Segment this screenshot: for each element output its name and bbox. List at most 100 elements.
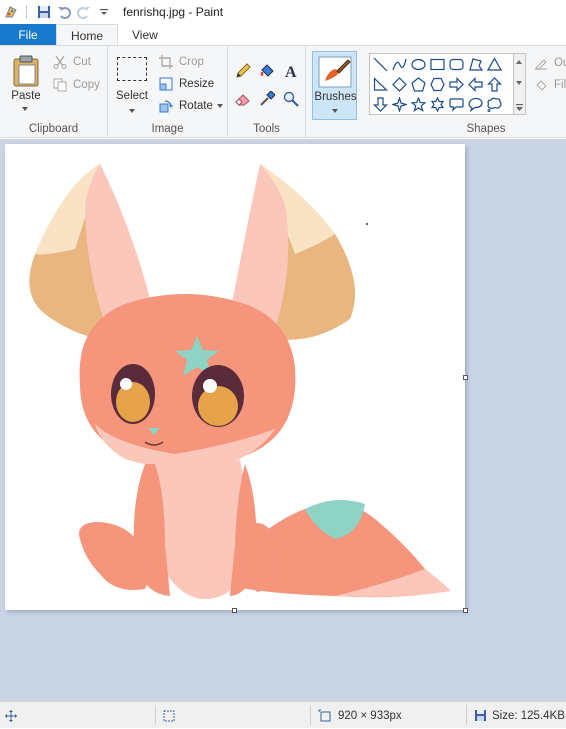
color-picker-icon[interactable] bbox=[258, 90, 276, 108]
rectangle-shape-icon[interactable] bbox=[429, 56, 446, 73]
cut-label: Cut bbox=[73, 56, 91, 68]
diamond-shape-icon[interactable] bbox=[391, 76, 408, 93]
scissors-icon bbox=[52, 54, 68, 70]
canvas-workspace[interactable] bbox=[0, 139, 566, 701]
redo-icon[interactable] bbox=[75, 3, 93, 21]
resize-handle-bottom[interactable] bbox=[232, 608, 237, 613]
image-group: Select Crop Resize Rotate Image bbox=[108, 46, 228, 138]
fill-bucket-icon[interactable] bbox=[258, 62, 276, 80]
brushes-label: Brushes bbox=[314, 91, 357, 103]
paste-label: Paste bbox=[11, 90, 41, 102]
tab-file[interactable]: File bbox=[0, 24, 56, 46]
ribbon: Paste Cut Copy Clipboard Select Crop Res… bbox=[0, 45, 566, 138]
status-divider bbox=[310, 705, 311, 725]
four-point-star-shape-icon[interactable] bbox=[391, 96, 408, 113]
text-icon[interactable]: A bbox=[282, 62, 300, 80]
cut-button[interactable]: Cut bbox=[52, 53, 91, 71]
shapes-scrollbar[interactable] bbox=[514, 53, 526, 115]
copy-label: Copy bbox=[73, 79, 100, 91]
outline-icon bbox=[533, 55, 549, 71]
tools-group-label: Tools bbox=[253, 123, 280, 135]
ribbon-tabs: File Home View bbox=[0, 24, 566, 46]
image-canvas[interactable] bbox=[5, 144, 465, 610]
oval-shape-icon[interactable] bbox=[410, 56, 427, 73]
customize-toolbar-icon[interactable] bbox=[95, 3, 113, 21]
tools-group: A Tools bbox=[228, 46, 306, 138]
paste-dropdown-icon[interactable] bbox=[22, 107, 28, 111]
copy-icon bbox=[52, 77, 68, 93]
tab-home[interactable]: Home bbox=[56, 24, 119, 46]
cursor-position-icon bbox=[4, 702, 18, 729]
rotate-label: Rotate bbox=[179, 100, 213, 112]
clipboard-group-label: Clipboard bbox=[28, 123, 79, 135]
pencil-icon[interactable] bbox=[234, 62, 252, 80]
copy-button[interactable]: Copy bbox=[52, 76, 100, 94]
hexagon-shape-icon[interactable] bbox=[429, 76, 446, 93]
shapes-gallery bbox=[369, 53, 514, 115]
selection-size-icon bbox=[162, 702, 176, 729]
shape-fill-button[interactable]: Fill bbox=[533, 76, 566, 94]
status-bar: 920 × 933px Size: 125.4KB bbox=[0, 701, 566, 728]
crop-button[interactable]: Crop bbox=[158, 53, 204, 71]
oval-callout-shape-icon[interactable] bbox=[467, 96, 484, 113]
rounded-callout-shape-icon[interactable] bbox=[448, 96, 465, 113]
scroll-down-icon[interactable] bbox=[516, 81, 522, 85]
paste-button[interactable]: Paste bbox=[6, 52, 46, 116]
down-arrow-shape-icon[interactable] bbox=[372, 96, 389, 113]
rotate-icon bbox=[158, 98, 174, 114]
select-button[interactable]: Select bbox=[114, 52, 150, 116]
status-divider bbox=[466, 705, 467, 725]
select-label: Select bbox=[116, 90, 148, 102]
triangle-shape-icon[interactable] bbox=[486, 56, 503, 73]
tab-view[interactable]: View bbox=[118, 24, 172, 46]
line-shape-icon[interactable] bbox=[372, 56, 389, 73]
select-rectangle-icon bbox=[117, 57, 147, 81]
disk-icon bbox=[474, 709, 487, 722]
window-title: fenrishq.jpg - Paint bbox=[123, 5, 224, 19]
curve-shape-icon[interactable] bbox=[391, 56, 408, 73]
five-point-star-shape-icon[interactable] bbox=[410, 96, 427, 113]
clipboard-group: Paste Cut Copy Clipboard bbox=[0, 46, 108, 138]
resize-handle-right[interactable] bbox=[463, 375, 468, 380]
pentagon-shape-icon[interactable] bbox=[410, 76, 427, 93]
paste-icon bbox=[13, 55, 39, 90]
six-point-star-shape-icon[interactable] bbox=[429, 96, 446, 113]
resize-handle-corner[interactable] bbox=[463, 608, 468, 613]
crop-label: Crop bbox=[179, 56, 204, 68]
resize-button[interactable]: Resize bbox=[158, 75, 214, 93]
magnifier-icon[interactable] bbox=[282, 90, 300, 108]
undo-icon[interactable] bbox=[55, 3, 73, 21]
image-dimensions: 920 × 933px bbox=[318, 702, 402, 729]
crop-icon bbox=[158, 54, 174, 70]
resize-icon bbox=[158, 76, 174, 92]
dimensions-text: 920 × 933px bbox=[338, 709, 402, 722]
up-arrow-shape-icon[interactable] bbox=[486, 76, 503, 93]
select-dropdown-icon[interactable] bbox=[129, 109, 135, 113]
shape-fill-label: Fill bbox=[554, 79, 566, 91]
shapes-group-label: Shapes bbox=[466, 123, 506, 135]
image-group-label: Image bbox=[151, 123, 184, 135]
left-arrow-shape-icon[interactable] bbox=[467, 76, 484, 93]
file-size: Size: 125.4KB bbox=[474, 702, 565, 729]
dimensions-icon bbox=[318, 709, 332, 723]
shape-outline-button[interactable]: Ou bbox=[533, 54, 566, 72]
eraser-icon[interactable] bbox=[234, 90, 252, 108]
brushes-dropdown-icon[interactable] bbox=[332, 109, 338, 113]
rotate-dropdown-icon[interactable] bbox=[216, 104, 223, 108]
paint-app-icon[interactable] bbox=[2, 3, 20, 21]
status-divider bbox=[155, 705, 156, 725]
brush-icon bbox=[318, 56, 352, 91]
shape-outline-label: Ou bbox=[554, 57, 566, 69]
rounded-rectangle-shape-icon[interactable] bbox=[448, 56, 465, 73]
brushes-button[interactable]: Brushes bbox=[312, 51, 357, 120]
cloud-callout-shape-icon[interactable] bbox=[486, 96, 503, 113]
fox-artwork bbox=[29, 164, 450, 599]
save-icon[interactable] bbox=[35, 3, 53, 21]
file-size-text: Size: 125.4KB bbox=[492, 709, 565, 722]
scroll-up-icon[interactable] bbox=[516, 60, 522, 64]
right-arrow-shape-icon[interactable] bbox=[448, 76, 465, 93]
right-triangle-shape-icon[interactable] bbox=[372, 76, 389, 93]
polygon-shape-icon[interactable] bbox=[467, 56, 484, 73]
rotate-button[interactable]: Rotate bbox=[158, 97, 223, 115]
gallery-expand-icon[interactable] bbox=[515, 101, 524, 111]
